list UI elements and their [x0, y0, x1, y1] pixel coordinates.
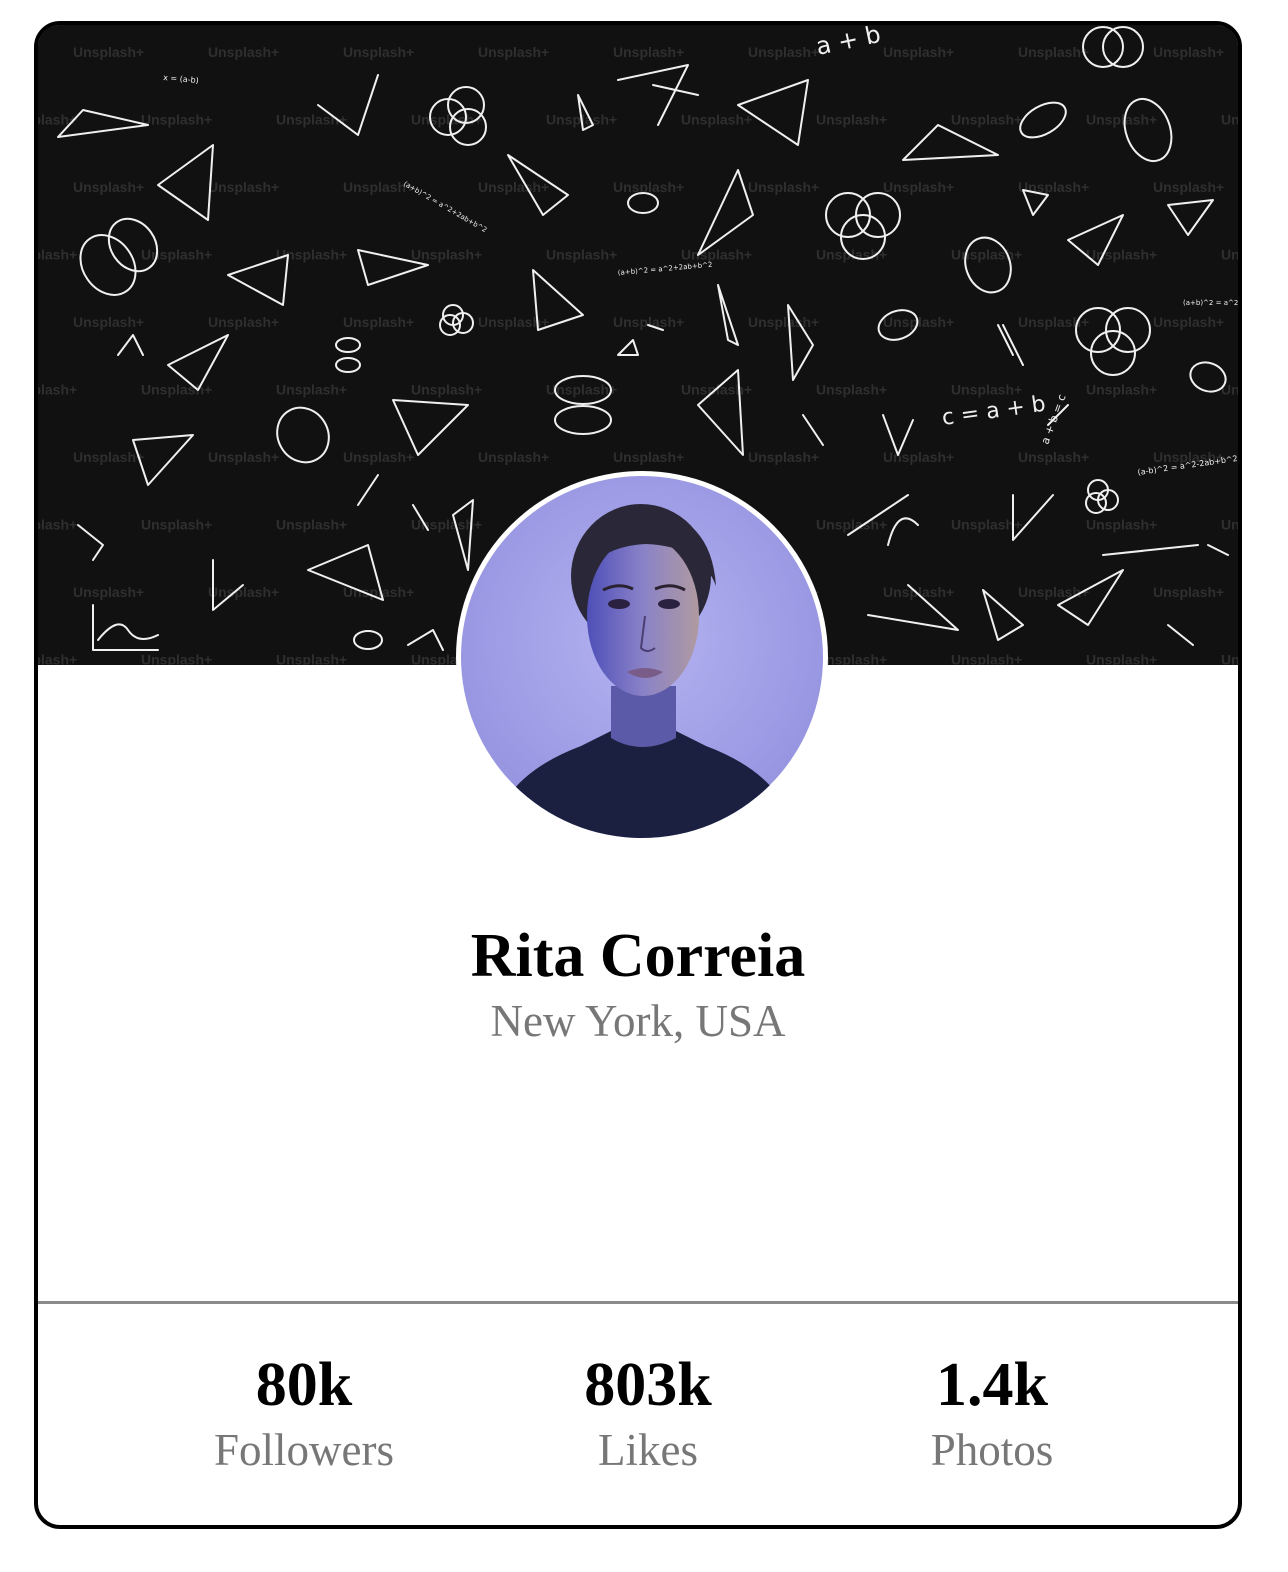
watermark-text: Unsplash+	[1086, 247, 1157, 263]
watermark-text: Unsplash+	[681, 112, 752, 128]
watermark-text: Unsplash+	[1018, 179, 1089, 195]
watermark-text: Unsplash+	[141, 112, 212, 128]
watermark-text: Unsplash+	[748, 449, 819, 465]
watermark-text: Unsplash+	[1153, 314, 1224, 330]
watermark-text: Unsplash+	[411, 382, 482, 398]
watermark-text: Unsplash+	[883, 314, 954, 330]
watermark-text: Unsplash+	[1221, 652, 1238, 666]
watermark-text: Unsplash+	[478, 44, 549, 60]
watermark-text: Unsplash+	[141, 247, 212, 263]
watermark-text: Unsplash+	[343, 449, 414, 465]
watermark-text: Unsplash+	[73, 314, 144, 330]
watermark-text: Unsplash+	[1221, 247, 1238, 263]
svg-text:(a+b)^2 = a^2+2ab+b^2: (a+b)^2 = a^2+2ab+b^2	[1183, 299, 1238, 307]
watermark-text: Unsplash+	[1086, 652, 1157, 666]
watermark-text: Unsplash+	[748, 44, 819, 60]
watermark-text: Unsplash+	[1086, 112, 1157, 128]
watermark-text: Unsplash+	[883, 584, 954, 600]
watermark-text: Unsplash+	[73, 449, 144, 465]
watermark-text: Unsplash+	[951, 382, 1022, 398]
watermark-text: Unsplash+	[1018, 44, 1089, 60]
profile-location: New York, USA	[490, 996, 786, 1046]
watermark-text: Unsplash+	[613, 449, 684, 465]
watermark-text: Unsplash+	[1086, 517, 1157, 533]
watermark-text: Unsplash+	[1018, 449, 1089, 465]
stats-row: 80k Followers 803k Likes 1.4k Photos	[38, 1345, 1238, 1485]
watermark-text: Unsplash+	[73, 44, 144, 60]
watermark-text: Unsplash+	[613, 44, 684, 60]
stat-followers: 80k Followers	[154, 1345, 454, 1475]
watermark-text: Unsplash+	[1153, 179, 1224, 195]
watermark-text: Unsplash+	[141, 517, 212, 533]
stat-value: 80k	[255, 1351, 353, 1419]
stat-label: Photos	[930, 1425, 1054, 1475]
watermark-text: Unsplash+	[73, 179, 144, 195]
watermark-text: Unsplash+	[38, 247, 77, 263]
watermark-text: Unsplash+	[816, 112, 887, 128]
watermark-text: Unsplash+	[883, 44, 954, 60]
watermark-text: Unsplash+	[38, 382, 77, 398]
profile-card: Unsplash+ Unsplash+ Unsplash+ Unsplash+ Unsp…	[34, 21, 1242, 1529]
watermark-text: Unsplash+	[38, 517, 77, 533]
watermark-text: Unsplash+	[343, 44, 414, 60]
watermark-text: Unsplash+	[411, 112, 482, 128]
watermark-text: Unsplash+	[613, 179, 684, 195]
watermark-text: Unsplash+	[951, 652, 1022, 666]
watermark-text: Unsplash+	[478, 449, 549, 465]
stat-likes: 803k Likes	[498, 1345, 798, 1475]
watermark-text: Unsplash+	[1086, 382, 1157, 398]
stat-value: 803k	[584, 1351, 712, 1419]
divider	[38, 1301, 1238, 1304]
watermark-text: Unsplash+	[883, 179, 954, 195]
watermark-text: Unsplash+	[681, 247, 752, 263]
watermark-text: Unsplash+	[1221, 112, 1238, 128]
watermark-text: Unsplash+	[1153, 584, 1224, 600]
watermark-text: Unsplash+	[1018, 584, 1089, 600]
watermark-text: Unsplash+	[748, 179, 819, 195]
watermark-text: Unsplash+	[208, 44, 279, 60]
watermark-text: Unsplash+	[816, 517, 887, 533]
watermark-text: Unsplash+	[208, 584, 279, 600]
watermark-text: Unsplash+	[208, 314, 279, 330]
watermark-text: Unsplash+	[276, 517, 347, 533]
stat-label: Followers	[214, 1425, 394, 1475]
watermark-text: Unsplash+	[546, 247, 617, 263]
watermark-text: Unsplash+	[1153, 44, 1224, 60]
watermark-text: Unsplash+	[38, 652, 77, 666]
watermark-text: Unsplash+	[208, 449, 279, 465]
stat-value: 1.4k	[936, 1351, 1048, 1419]
watermark-text: Unsplash+	[816, 382, 887, 398]
watermark-text: Unsplash+	[478, 179, 549, 195]
stat-label: Likes	[598, 1425, 698, 1475]
watermark-text: Unsplash+	[613, 314, 684, 330]
watermark-text: Unsplash+	[951, 112, 1022, 128]
watermark-text: Unsplash+	[276, 652, 347, 666]
avatar	[456, 471, 828, 843]
watermark-text: Unsplash+	[1221, 517, 1238, 533]
watermark-text: Unsplash+	[951, 517, 1022, 533]
watermark-text: Unsplash+	[38, 112, 77, 128]
watermark-text: Unsplash+	[411, 247, 482, 263]
watermark-text: Unsplash+	[343, 314, 414, 330]
profile-name: Rita Correia	[470, 922, 806, 990]
watermark-text: Unsplash+	[208, 179, 279, 195]
profile-photo	[461, 476, 823, 838]
watermark-text: Unsplash+	[951, 247, 1022, 263]
watermark-text: Unsplash+	[141, 652, 212, 666]
watermark-text: Unsplash+	[748, 314, 819, 330]
watermark-text: Unsplash+	[73, 584, 144, 600]
stat-photos: 1.4k Photos	[842, 1345, 1142, 1475]
watermark-text: Unsplash+	[883, 449, 954, 465]
watermark-text: Unsplash+	[276, 382, 347, 398]
